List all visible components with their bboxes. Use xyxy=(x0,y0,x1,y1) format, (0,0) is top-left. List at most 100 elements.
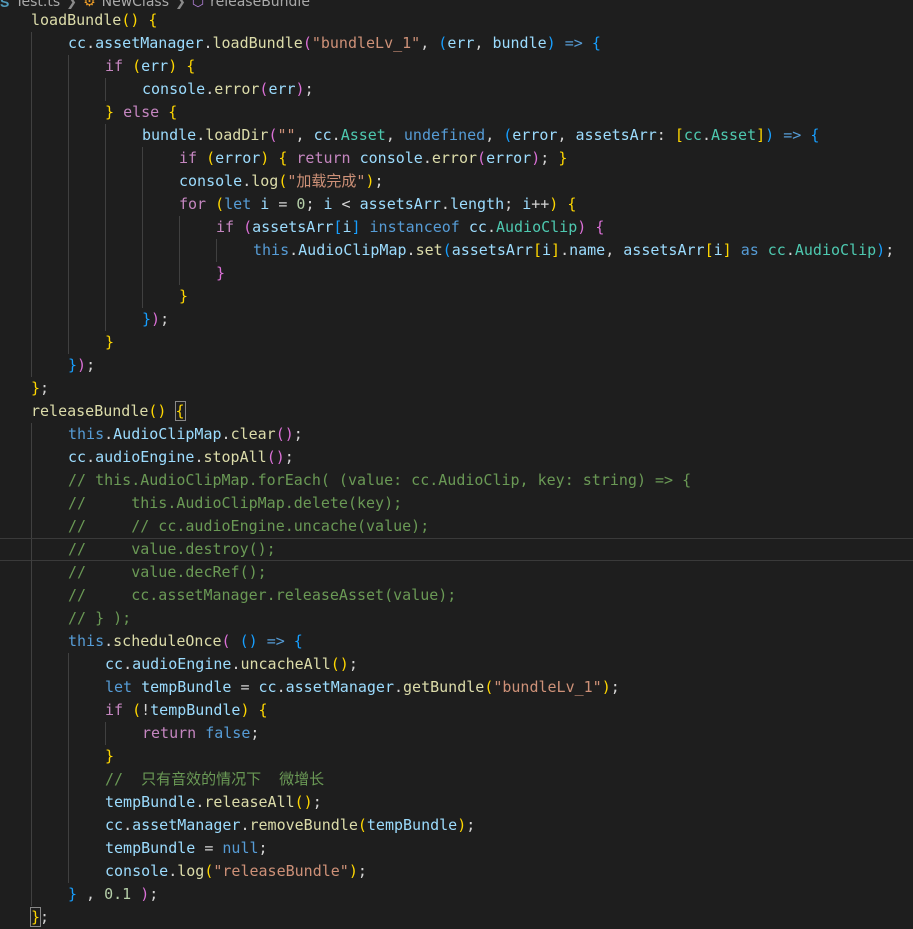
code-token: ) xyxy=(876,241,886,259)
code-token: err xyxy=(268,80,296,98)
indent-guide xyxy=(105,262,106,285)
code-line[interactable]: cc.audioEngine.stopAll(); xyxy=(0,446,913,469)
code-line[interactable]: }; xyxy=(0,906,913,929)
code-token: ) xyxy=(549,195,559,213)
code-line[interactable]: this.scheduleOnce( () => { xyxy=(0,630,913,653)
code-line[interactable]: tempBundle.releaseAll(); xyxy=(0,791,913,814)
code-text: tempBundle = null; xyxy=(105,837,268,860)
code-line[interactable]: if (!tempBundle) { xyxy=(0,699,913,722)
code-token: tempBundle xyxy=(141,678,232,696)
indent-guide xyxy=(68,170,69,193)
code-token: let xyxy=(105,678,133,696)
code-token: ] xyxy=(722,241,732,259)
code-token: ++ xyxy=(531,195,550,213)
code-line[interactable]: cc.audioEngine.uncacheAll(); xyxy=(0,653,913,676)
code-token: , xyxy=(605,241,624,259)
code-line[interactable]: } , 0.1 ); xyxy=(0,883,913,906)
code-line[interactable]: } xyxy=(0,331,913,354)
code-token: . xyxy=(203,34,213,52)
code-line[interactable]: // } ); xyxy=(0,607,913,630)
code-line[interactable]: bundle.loadDir("", cc.Asset, undefined, … xyxy=(0,124,913,147)
indent-guide xyxy=(31,814,32,837)
code-token: ( xyxy=(503,126,513,144)
code-token: Asset xyxy=(710,126,757,144)
code-line[interactable]: console.log("releaseBundle"); xyxy=(0,860,913,883)
breadcrumb-method[interactable]: ⬡ releaseBundle xyxy=(192,0,310,10)
code-line[interactable]: for (let i = 0; i < assetsArr.length; i+… xyxy=(0,193,913,216)
code-line[interactable]: } else { xyxy=(0,101,913,124)
indent-guide xyxy=(68,699,69,722)
code-token: ) xyxy=(457,816,467,834)
code-text: this.scheduleOnce( () => { xyxy=(68,630,303,653)
code-line[interactable]: } xyxy=(0,745,913,768)
code-text: // 只有音效的情况下 微增长 xyxy=(105,768,324,791)
indent-guide xyxy=(31,32,32,55)
code-token: . xyxy=(289,241,299,259)
code-line[interactable]: return false; xyxy=(0,722,913,745)
code-line[interactable]: let tempBundle = cc.assetManager.getBund… xyxy=(0,676,913,699)
code-token: cc xyxy=(683,126,702,144)
code-token: = xyxy=(231,678,259,696)
code-text: }); xyxy=(142,308,169,331)
code-token: . xyxy=(276,678,286,696)
code-token: ; xyxy=(258,839,268,857)
code-token: // } ); xyxy=(68,609,132,627)
indent-guide xyxy=(216,239,217,262)
code-line[interactable]: cc.assetManager.loadBundle("bundleLv_1",… xyxy=(0,32,913,55)
breadcrumb-class[interactable]: ⚙ NewClass xyxy=(83,0,169,10)
code-token: stopAll xyxy=(203,448,267,466)
code-text: // value.destroy(); xyxy=(68,539,276,560)
code-line[interactable]: console.log("加载完成"); xyxy=(0,170,913,193)
code-line[interactable]: }; xyxy=(0,377,913,400)
ts-file-icon: S xyxy=(0,0,10,10)
code-token: ) xyxy=(348,862,358,880)
code-line[interactable]: }); xyxy=(0,308,913,331)
code-line[interactable]: // this.AudioClipMap.forEach( (value: cc… xyxy=(0,469,913,492)
code-line[interactable]: // // cc.audioEngine.uncache(value); xyxy=(0,515,913,538)
code-token: assetManager xyxy=(95,34,204,52)
code-line[interactable]: releaseBundle() { xyxy=(0,400,913,423)
code-token: Asset xyxy=(340,126,386,144)
code-token: ] xyxy=(551,241,561,259)
code-line[interactable]: console.error(err); xyxy=(0,78,913,101)
code-token: ; xyxy=(86,356,96,374)
breadcrumb-file[interactable]: S Test.ts xyxy=(0,0,60,10)
code-token: < xyxy=(332,195,360,213)
code-line[interactable]: // 只有音效的情况下 微增长 xyxy=(0,768,913,791)
breadcrumb: S Test.ts ❯ ⚙ NewClass ❯ ⬡ releaseBundle xyxy=(0,0,913,13)
code-line[interactable]: // value.decRef(); xyxy=(0,561,913,584)
indent-guide xyxy=(142,193,143,216)
code-line[interactable]: this.AudioClipMap.set(assetsArr[i].name,… xyxy=(0,239,913,262)
code-line[interactable]: if (error) { return console.error(error)… xyxy=(0,147,913,170)
indent-guide xyxy=(31,745,32,768)
code-token: } xyxy=(29,907,42,927)
indent-guide xyxy=(105,78,106,101)
code-line[interactable]: // this.AudioClipMap.delete(key); xyxy=(0,492,913,515)
code-line[interactable]: } xyxy=(0,262,913,285)
code-line[interactable]: this.AudioClipMap.clear(); xyxy=(0,423,913,446)
code-line[interactable]: tempBundle = null; xyxy=(0,837,913,860)
indent-guide xyxy=(31,308,32,331)
code-token: , xyxy=(295,126,314,144)
indent-guide xyxy=(31,354,32,377)
code-token: , xyxy=(485,126,504,144)
code-line[interactable]: // value.destroy(); xyxy=(0,538,913,562)
code-line[interactable]: if (err) { xyxy=(0,55,913,78)
code-token: . xyxy=(422,149,432,167)
code-line[interactable]: }); xyxy=(0,354,913,377)
code-token: ) xyxy=(295,80,305,98)
code-line[interactable]: // cc.assetManager.releaseAsset(value); xyxy=(0,584,913,607)
code-token: ; xyxy=(40,379,50,397)
code-line[interactable]: } xyxy=(0,285,913,308)
code-token: ; xyxy=(357,862,367,880)
code-editor[interactable]: loadBundle() {cc.assetManager.loadBundle… xyxy=(0,0,913,927)
code-line[interactable]: if (assetsArr[i] instanceof cc.AudioClip… xyxy=(0,216,913,239)
code-line[interactable]: cc.assetManager.removeBundle(tempBundle)… xyxy=(0,814,913,837)
